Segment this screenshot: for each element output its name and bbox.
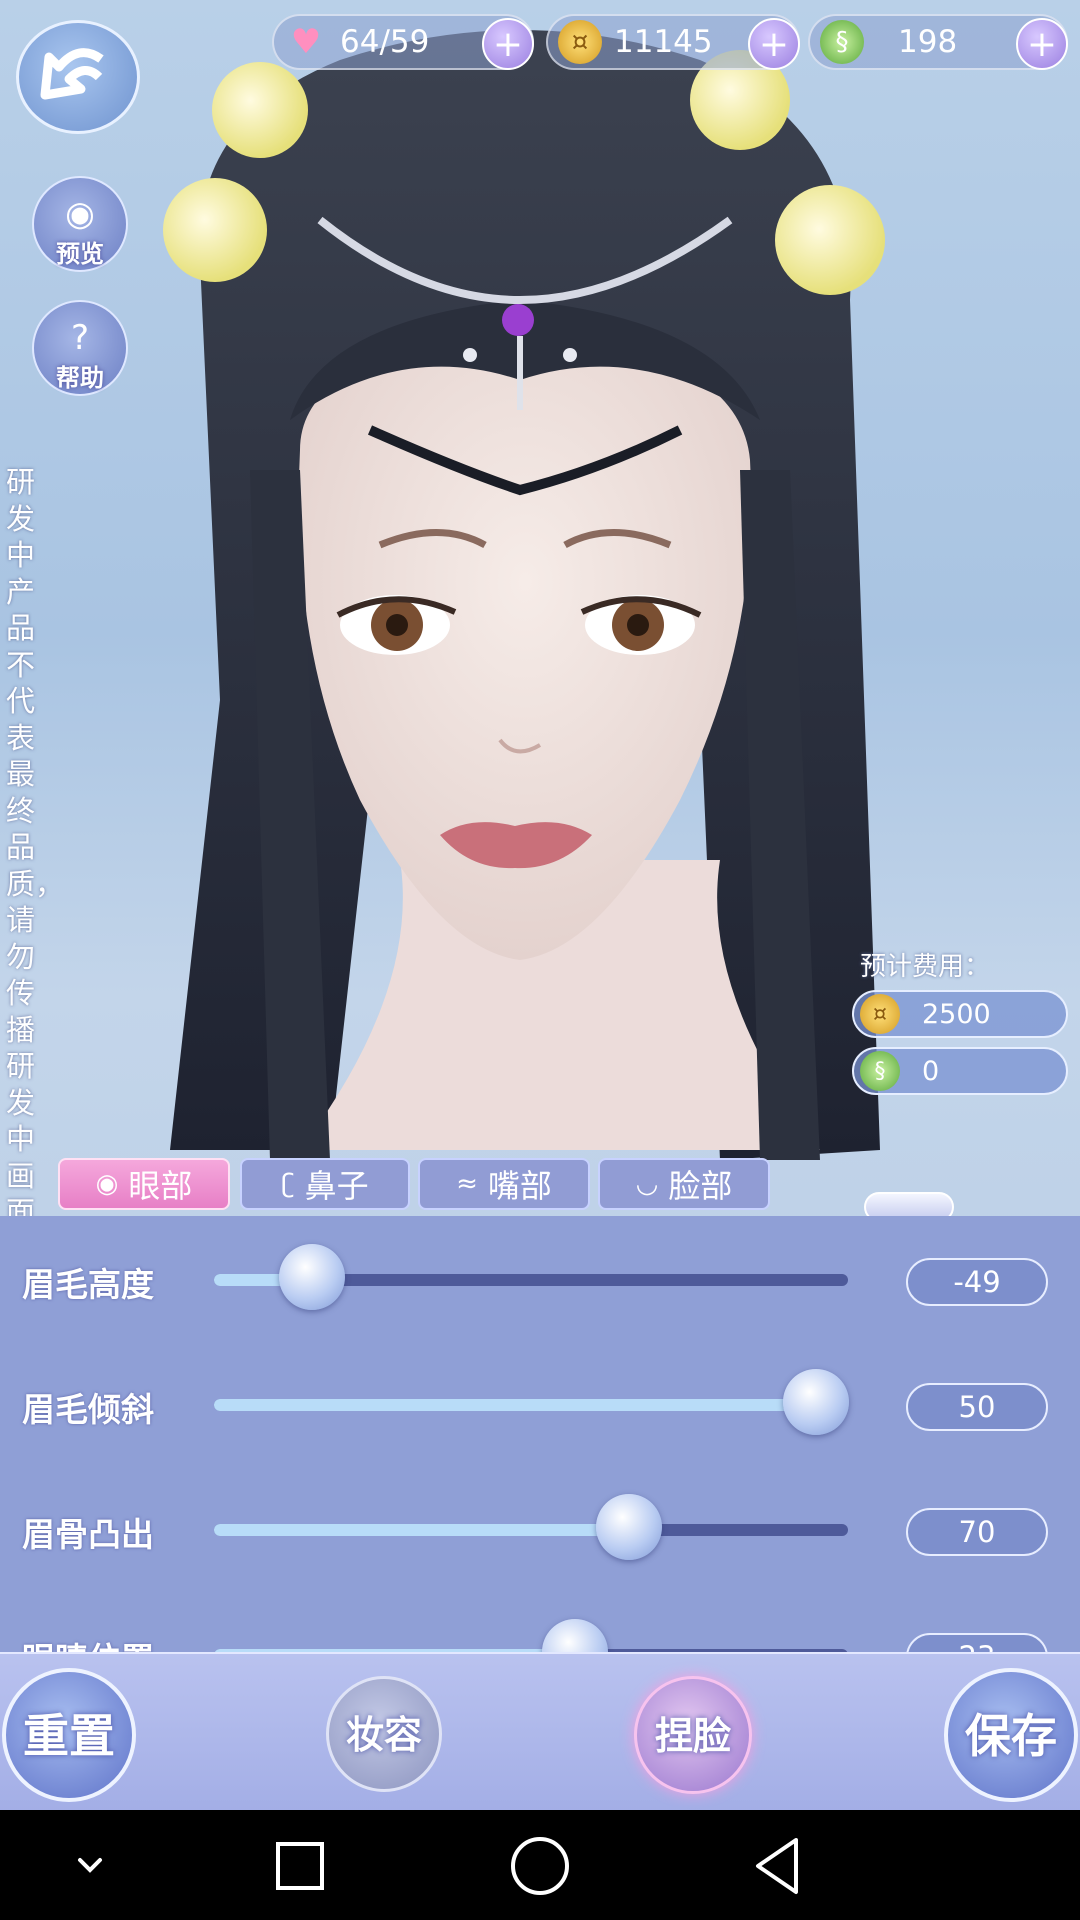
tab-face[interactable]: ◡ 脸部 [598,1158,770,1210]
slider-panel: 眉毛高度 -49 眉毛倾斜 50 眉骨凸出 70 眼睛位置 [0,1216,1080,1652]
face-icon: ◡ [635,1169,659,1199]
reset-label: 重置 [23,1709,115,1763]
face-shape-label: 捏脸 [654,1714,731,1758]
dev-disclaimer: 研发中产品不代表最终品质，请勿传播研发中画面 [6,465,65,1229]
gold-coin-icon: ¤ [558,20,602,64]
help-label: 帮助 [56,364,104,392]
jade-display: § 198 + [808,14,1068,70]
question-icon: ? [70,318,90,358]
reset-button[interactable]: 重置 [2,1668,136,1802]
face-shape-button[interactable]: 捏脸 [634,1676,752,1794]
slider-value[interactable]: 23 [906,1633,1048,1652]
jade-icon: § [860,1051,900,1091]
cost-label: 预计费用： [860,952,991,982]
back-nav-icon[interactable] [744,1830,816,1902]
system-nav-bar [0,1810,1080,1920]
help-button[interactable]: ? 帮助 [32,300,128,396]
stamina-display: ♥ 64/59 + [272,14,534,70]
eye-icon: ◉ [95,1169,119,1199]
slider-knob[interactable] [596,1494,663,1560]
mouth-icon: ≈ [456,1169,478,1199]
slider-label: 眉骨凸出 [22,1515,154,1554]
makeup-button[interactable]: 妆容 [326,1676,442,1792]
stamina-value: 64/59 [340,24,430,60]
eye-icon: ◉ [65,194,95,234]
slider-knob[interactable] [783,1369,850,1435]
slider-fill [214,1399,817,1411]
save-label: 保存 [965,1709,1057,1763]
back-arrow-icon [40,48,104,100]
slider-row: 眉骨凸出 70 [0,1490,1080,1570]
tab-eyes-label: 眼部 [128,1167,193,1205]
game-scene: ♥ 64/59 + ¤ 11145 + § 198 + ◉ 预览 ? 帮助 研发… [0,0,1080,1810]
makeup-label: 妆容 [345,1713,422,1757]
slider-row: 眉毛倾斜 50 [0,1365,1080,1445]
back-button[interactable] [16,20,140,134]
tab-face-label: 脸部 [668,1167,733,1205]
add-jade-button[interactable]: + [1016,18,1068,70]
slider-knob[interactable] [279,1244,346,1310]
chevron-down-icon[interactable] [54,1830,126,1902]
preview-button[interactable]: ◉ 预览 [32,176,128,272]
save-button[interactable]: 保存 [944,1668,1078,1802]
coin-cost-value: 2500 [922,998,991,1030]
slider-label: 眼睛位置 [22,1633,154,1652]
nose-icon: ʗ [281,1169,295,1199]
tab-nose-label: 鼻子 [304,1167,369,1205]
add-coins-button[interactable]: + [748,18,800,70]
heart-icon: ♥ [290,22,322,62]
tab-eyes[interactable]: ◉ 眼部 [58,1158,230,1210]
coins-value: 11145 [614,24,713,60]
jade-cost-value: 0 [922,1055,940,1087]
slider-row: 眉毛高度 -49 [0,1240,1080,1320]
slider-value[interactable]: -49 [906,1258,1048,1306]
slider-value[interactable]: 50 [906,1383,1048,1431]
slider-fill [214,1524,630,1536]
coin-cost: ¤ 2500 [852,990,1068,1038]
add-stamina-button[interactable]: + [482,18,534,70]
tab-mouth-label: 嘴部 [487,1167,552,1205]
jade-cost: § 0 [852,1047,1068,1095]
tab-mouth[interactable]: ≈ 嘴部 [418,1158,590,1210]
preview-label: 预览 [56,240,104,268]
tab-nose[interactable]: ʗ 鼻子 [240,1158,410,1210]
home-icon[interactable] [504,1830,576,1902]
slider-label: 眉毛倾斜 [22,1390,154,1429]
jade-value: 198 [898,24,958,60]
slider-knob[interactable] [542,1619,609,1652]
slider-label: 眉毛高度 [22,1265,154,1304]
slider-value[interactable]: 70 [906,1508,1048,1556]
jade-icon: § [820,20,864,64]
bottom-action-bar: 重置 妆容 捏脸 保存 [0,1652,1080,1810]
slider-track[interactable] [214,1399,848,1411]
gold-coin-icon: ¤ [860,994,900,1034]
recent-apps-icon[interactable] [264,1830,336,1902]
slider-row: 眼睛位置 23 [0,1615,1080,1652]
slider-track[interactable] [214,1524,848,1536]
coins-display: ¤ 11145 + [546,14,800,70]
